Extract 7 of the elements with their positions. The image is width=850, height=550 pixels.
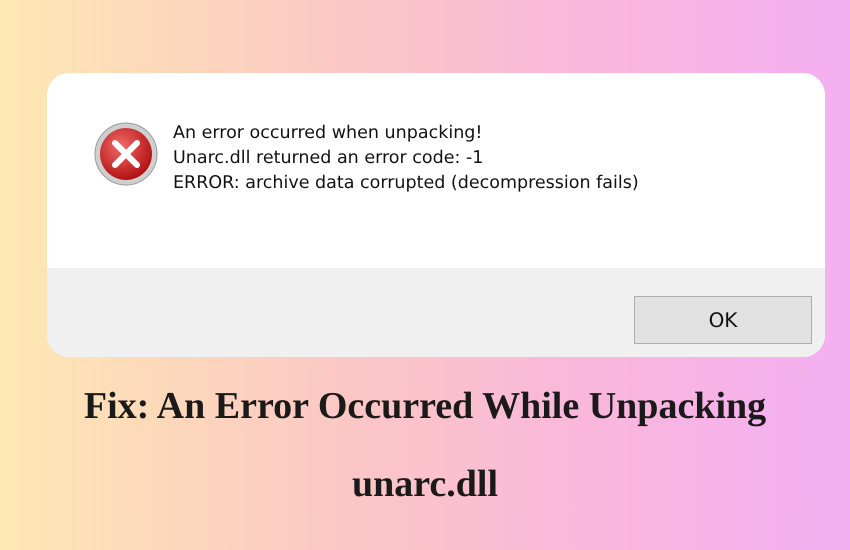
message-line: Unarc.dll returned an error code: -1 bbox=[173, 147, 484, 170]
message-line: ERROR: archive data corrupted (decompression fails) bbox=[173, 172, 639, 195]
error-icon bbox=[93, 121, 159, 187]
headline: Fix: An Error Occurred While Unpacking bbox=[84, 385, 766, 427]
ok-button[interactable]: OK bbox=[634, 296, 812, 344]
headline: unarc.dll bbox=[352, 463, 498, 505]
message-line: An error occurred when unpacking! bbox=[173, 122, 484, 145]
